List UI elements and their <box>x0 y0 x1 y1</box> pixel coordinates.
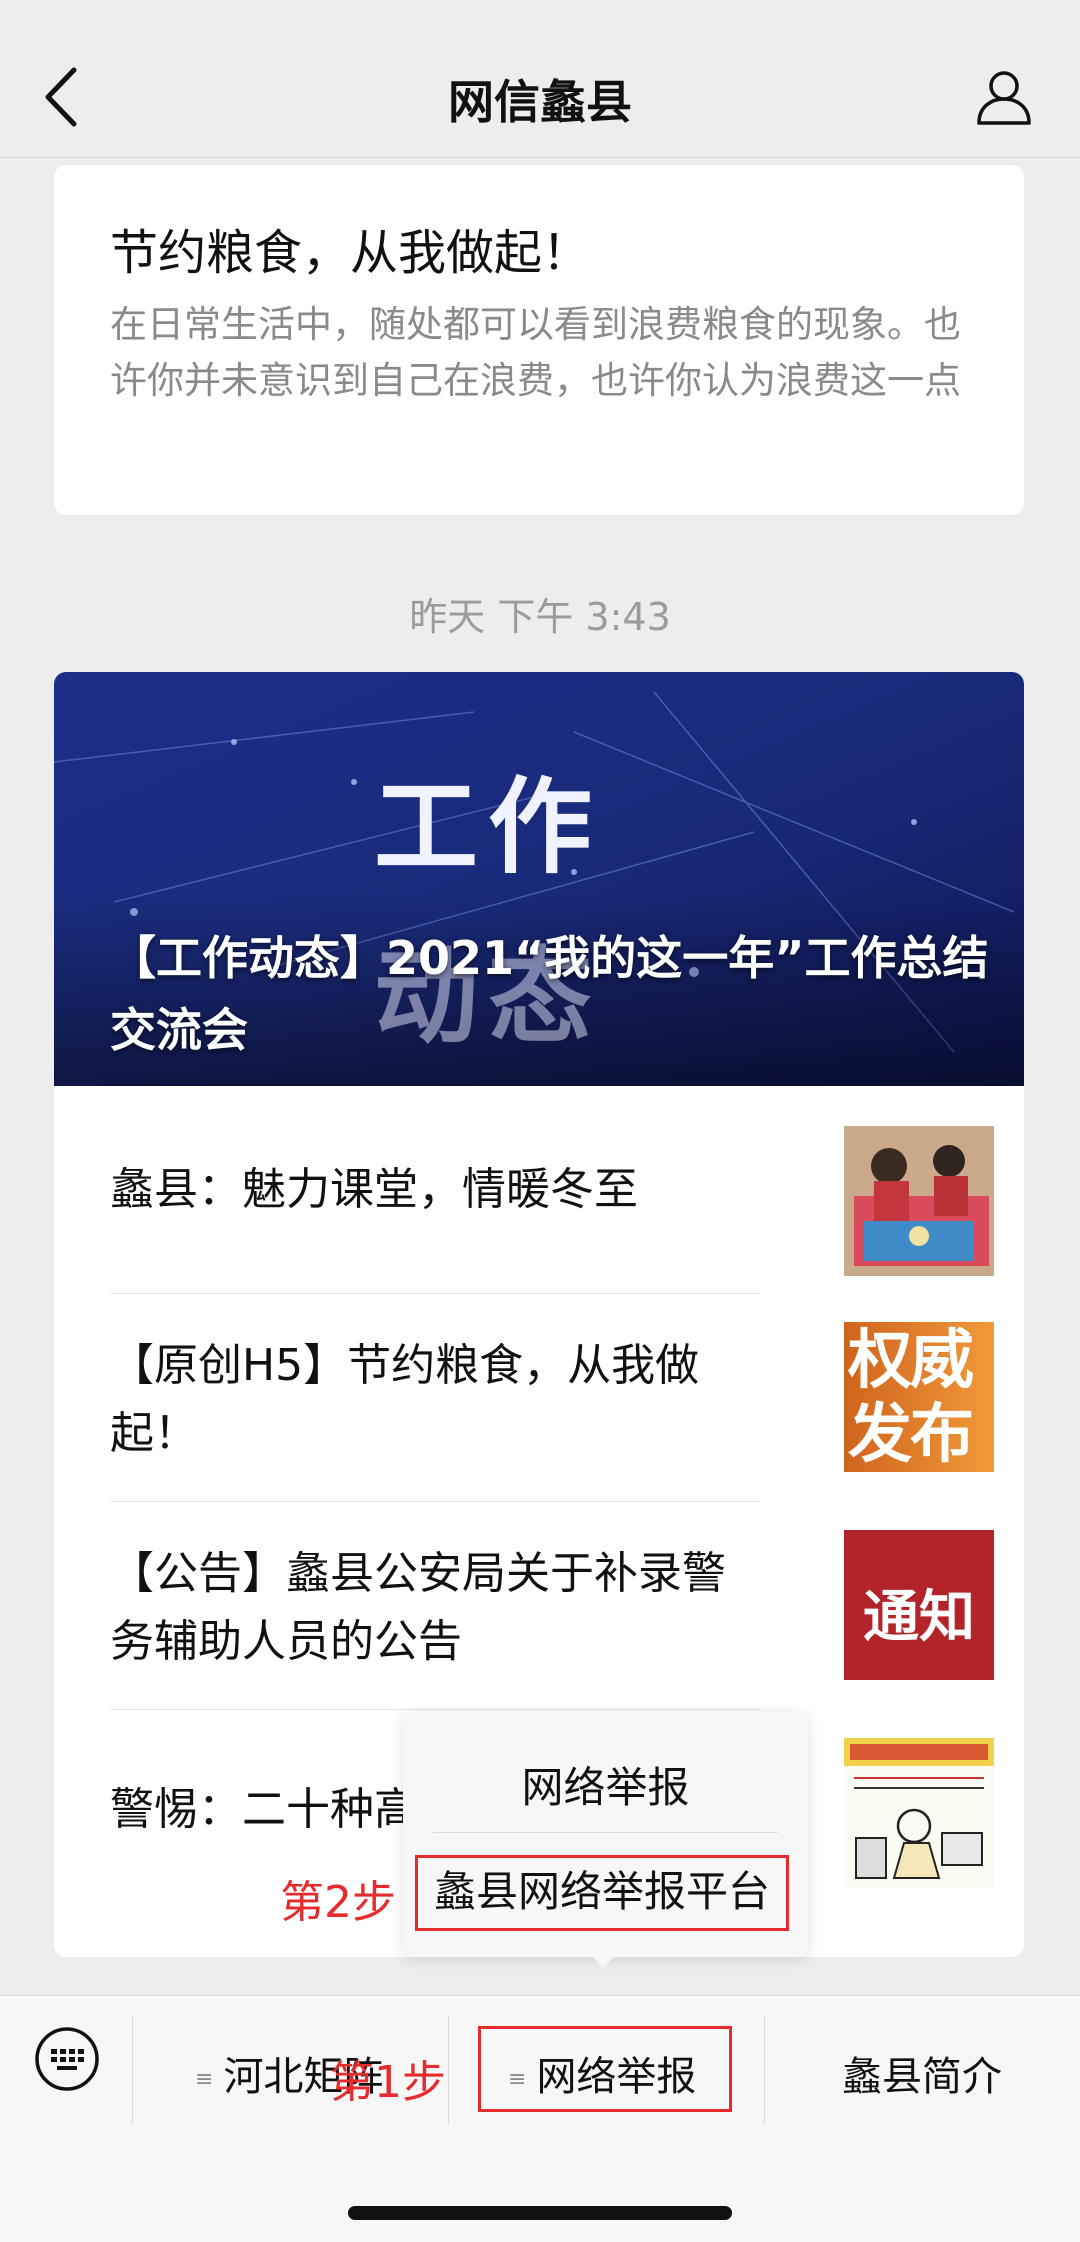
article-summary: 在日常生活中，随处都可以看到浪费粮食的现象。也许你并未意识到自己在浪费，也许你认… <box>110 303 961 402</box>
article-card[interactable]: 节约粮食，从我做起！ 在日常生活中，随处都可以看到浪费粮食的现象。也许你并未意识… <box>54 165 1024 515</box>
menu-network-report[interactable]: ≡ 网络举报 <box>508 2044 696 2102</box>
article-list-title: 【公告】蠡县公安局关于补录警务辅助人员的公告 <box>110 1548 726 1667</box>
divider <box>132 2016 133 2124</box>
article-list-title: 蠡县：魅力课堂，情暖冬至 <box>110 1164 638 1215</box>
article-title: 节约粮食，从我做起！ <box>110 225 591 281</box>
cover-article-title: 【工作动态】2021“我的这一年”工作总结交流会 <box>110 931 989 1057</box>
bottom-menu-bar: ≡ 河北矩阵 第1步 ≡ 网络举报 蠡县简介 <box>0 1995 1080 2242</box>
popup-pointer <box>590 1954 616 1968</box>
home-indicator <box>348 2206 732 2220</box>
menu-label: 蠡县简介 <box>842 2054 1002 2100</box>
step-2-annotation: 第2步 <box>280 1877 396 1928</box>
submenu-item-report[interactable]: 网络举报 <box>403 1754 808 1815</box>
cover-article[interactable]: 工作 动态 【工作动态】2021“我的这一年”工作总结交流会 <box>54 672 1024 1086</box>
menu-lines-icon: ≡ <box>195 2066 214 2092</box>
user-profile-icon[interactable] <box>974 66 1034 126</box>
cover-image-text-top: 工作 <box>374 766 603 888</box>
article-list-item[interactable]: 【原创H5】节约粮食，从我做起！ 权威发布 <box>110 1294 994 1502</box>
article-thumbnail: 权威发布 <box>844 1322 994 1472</box>
divider <box>448 2016 449 2124</box>
divider <box>764 2016 765 2124</box>
thumbnail-text: 权威发布 <box>848 1324 974 1472</box>
article-list-item[interactable]: 【公告】蠡县公安局关于补录警务辅助人员的公告 通知 <box>110 1502 994 1710</box>
menu-county-intro[interactable]: 蠡县简介 <box>842 2044 1002 2102</box>
divider <box>433 1832 778 1833</box>
article-thumbnail <box>844 1738 994 1888</box>
top-nav-bar: 网信蠡县 <box>0 0 1080 158</box>
account-title: 网信蠡县 <box>448 75 632 129</box>
thumbnail-text: 通知 <box>863 1585 975 1650</box>
submenu-item-report-platform[interactable]: 蠡县网络举报平台 <box>415 1855 789 1931</box>
article-thumbnail <box>844 1126 994 1276</box>
message-timestamp: 昨天 下午 3:43 <box>409 595 671 639</box>
article-list-title: 【原创H5】节约粮食，从我做起！ <box>110 1340 700 1459</box>
submenu-popup: 网络举报 蠡县网络举报平台 <box>403 1712 808 1957</box>
article-thumbnail: 通知 <box>844 1530 994 1680</box>
step-1-annotation: 第1步 <box>330 2057 446 2108</box>
keyboard-icon[interactable] <box>34 2026 100 2092</box>
menu-label: 网络举报 <box>536 2054 697 2100</box>
article-list-item[interactable]: 蠡县：魅力课堂，情暖冬至 <box>110 1086 994 1294</box>
menu-lines-icon: ≡ <box>508 2066 527 2092</box>
